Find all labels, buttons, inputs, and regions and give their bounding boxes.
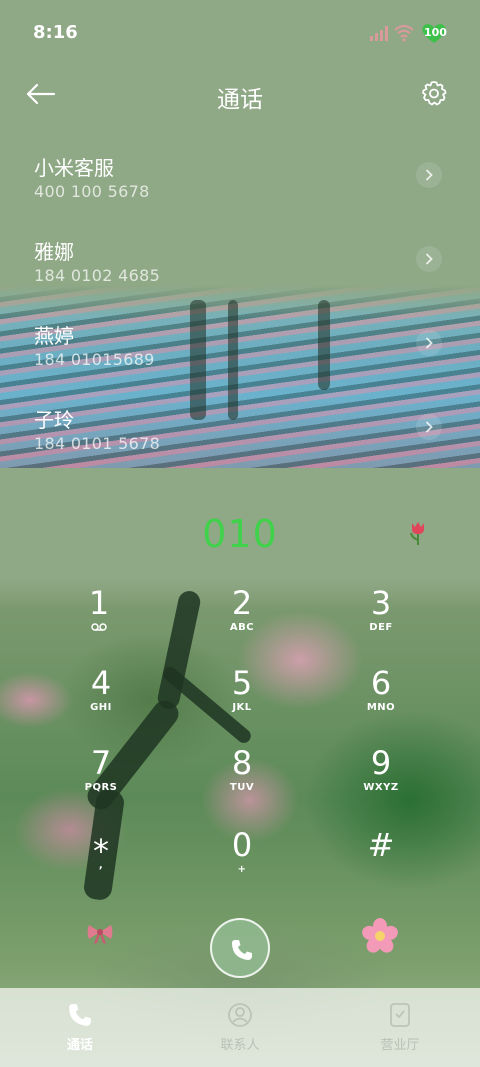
phone-icon: [232, 940, 252, 960]
key-letters: MNO: [366, 702, 396, 713]
chevron-right-icon[interactable]: [416, 246, 442, 272]
key-letters: WXYZ: [363, 782, 399, 793]
contact-name: 燕婷: [34, 324, 74, 348]
dial-key-0[interactable]: 0 +: [187, 828, 297, 898]
dial-key-3[interactable]: 3 DEF: [326, 586, 436, 656]
dial-key-6[interactable]: 6 MNO: [326, 666, 436, 736]
nav-tab-contacts[interactable]: 联系人: [160, 988, 320, 1067]
dial-key-4[interactable]: 4 GHI: [46, 666, 156, 736]
key-letters: ,: [98, 860, 104, 871]
nav-label: 营业厅: [380, 1038, 420, 1053]
status-time: 8:16: [33, 22, 78, 43]
key-digit: 3: [370, 584, 392, 622]
contact-number: 400 100 5678: [34, 182, 150, 201]
wifi-icon: [394, 24, 414, 42]
key-digit: 6: [370, 664, 392, 702]
key-digit: 7: [90, 744, 112, 782]
key-letters: GHI: [90, 702, 112, 713]
contact-number: 184 0102 4685: [34, 266, 161, 285]
dial-key-7[interactable]: 7 PQRS: [46, 746, 156, 816]
contact-number: 184 0101 5678: [34, 434, 161, 453]
battery-level: 100: [424, 26, 447, 39]
key-digit: #: [367, 826, 395, 864]
key-digit: 0: [231, 826, 253, 864]
dial-key-8[interactable]: 8 TUV: [187, 746, 297, 816]
key-digit: 2: [231, 584, 253, 622]
key-letters: JKL: [232, 702, 252, 713]
dial-key-star[interactable]: * ,: [46, 834, 156, 904]
nav-tab-calls[interactable]: 通话: [0, 988, 160, 1067]
nav-label: 通话: [66, 1038, 93, 1053]
contacts-icon: [228, 1003, 252, 1027]
key-letters: +: [237, 864, 247, 875]
chevron-right-icon[interactable]: [416, 414, 442, 440]
dial-key-5[interactable]: 5 JKL: [187, 666, 297, 736]
dial-key-hash[interactable]: #: [326, 828, 436, 898]
contact-number: 184 01015689: [34, 350, 155, 369]
recent-call-item[interactable]: 小米客服 400 100 5678: [0, 152, 480, 236]
signal-icon: [370, 26, 388, 41]
dial-key-2[interactable]: 2 ABC: [187, 586, 297, 656]
nav-tab-service-hall[interactable]: 营业厅: [320, 988, 480, 1067]
service-hall-icon: [390, 1003, 410, 1027]
key-letters: PQRS: [84, 782, 118, 793]
key-digit: 9: [370, 744, 392, 782]
key-digit: 1: [88, 584, 110, 622]
key-digit: 8: [231, 744, 253, 782]
phone-icon: [69, 1004, 91, 1026]
recent-call-item[interactable]: 雅娜 184 0102 4685: [0, 236, 480, 320]
key-letters: TUV: [229, 782, 255, 793]
flower-icon[interactable]: [362, 918, 398, 954]
tulip-icon: [410, 522, 424, 545]
dial-key-1[interactable]: 1: [44, 586, 154, 656]
key-letters: DEF: [369, 622, 393, 633]
voicemail-icon: [91, 623, 107, 631]
nav-label: 联系人: [220, 1038, 260, 1053]
contact-name: 雅娜: [34, 240, 74, 264]
page-title: 通话: [217, 87, 263, 113]
bow-icon[interactable]: [86, 922, 114, 946]
recent-call-item[interactable]: 燕婷 184 01015689: [0, 320, 480, 404]
call-button[interactable]: [210, 918, 270, 978]
contact-name: 小米客服: [34, 156, 114, 180]
recent-call-item[interactable]: 子玲 184 0101 5678: [0, 404, 480, 488]
gear-icon[interactable]: [420, 80, 448, 108]
contact-name: 子玲: [34, 408, 74, 432]
key-digit: 5: [231, 664, 253, 702]
key-digit: 4: [90, 664, 112, 702]
chevron-right-icon[interactable]: [416, 162, 442, 188]
dial-key-9[interactable]: 9 WXYZ: [326, 746, 436, 816]
status-bar: 8:16 100: [0, 0, 480, 64]
bottom-navigation: 通话 联系人 营业厅: [0, 988, 480, 1067]
chevron-right-icon[interactable]: [416, 330, 442, 356]
key-letters: ABC: [229, 622, 255, 633]
